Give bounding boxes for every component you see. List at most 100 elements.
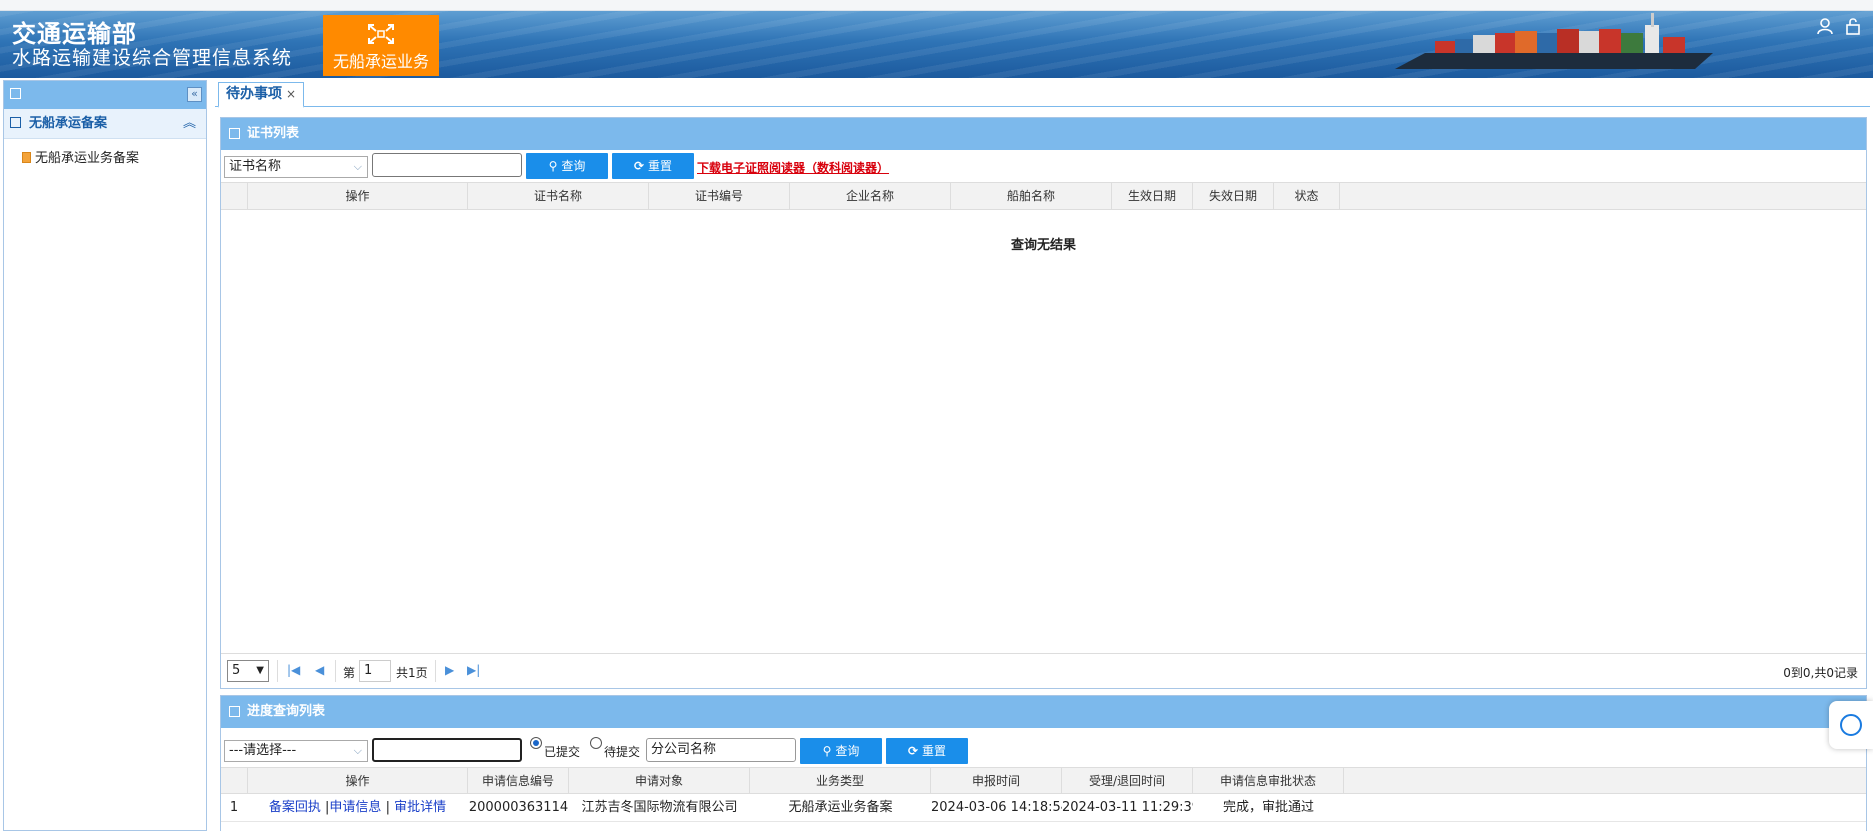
progress-list-panel: 进度查询列表 ---请选择--- ⌵ 已提交 待提交 分公司名称 ⚲ 查询 ⟳ 重置… xyxy=(220,695,1867,831)
column-header: 受理/退回时间 xyxy=(1062,768,1193,794)
column-header: 操作 xyxy=(247,183,468,209)
floating-assistant-button[interactable] xyxy=(1829,701,1873,749)
chevron-down-icon: ▼ xyxy=(256,665,264,676)
refresh-icon: ⟳ xyxy=(907,744,919,758)
column-header: 申请信息审批状态 xyxy=(1193,768,1344,794)
select-value: ---请选择--- xyxy=(229,743,297,758)
page-number-input[interactable]: 1 xyxy=(359,660,391,682)
expand-icon xyxy=(368,24,394,44)
chevron-down-icon: ⌵ xyxy=(353,744,362,757)
progress-reset-button[interactable]: ⟳ 重置 xyxy=(886,738,968,764)
table-row: 1 备案回执 |申请信息 | 审批详情 200000363114 江苏吉冬国际物… xyxy=(221,794,1866,822)
progress-filter-select[interactable]: ---请选择--- ⌵ xyxy=(224,740,368,762)
report-time: 2024-03-06 14:18:54 xyxy=(931,800,1062,815)
cert-search-input[interactable] xyxy=(372,153,522,177)
cert-toolbar: 证书名称 ⌵ ⚲ 查询 ⟳ 重置 下载电子证照阅读器（数科阅读器） xyxy=(221,150,1866,182)
last-page-icon[interactable]: ▶| xyxy=(467,663,480,677)
prev-page-icon[interactable]: ◀ xyxy=(315,663,324,677)
user-icon[interactable] xyxy=(1816,17,1834,35)
progress-toolbar: ---请选择--- ⌵ 已提交 待提交 分公司名称 ⚲ 查询 ⟳ 重置 xyxy=(221,728,1866,767)
search-icon: ⚲ xyxy=(548,159,558,173)
applicant: 江苏吉冬国际物流有限公司 xyxy=(581,800,738,815)
branch-name-input[interactable]: 分公司名称 xyxy=(646,738,796,762)
download-reader-link[interactable]: 下载电子证照阅读器（数科阅读器） xyxy=(697,159,889,176)
tab-bar: 待办事项 × xyxy=(215,80,1870,108)
panel-title-bar: 进度查询列表 xyxy=(221,696,1866,728)
filing-receipt-link[interactable]: 备案回执 xyxy=(269,800,321,815)
progress-search-input[interactable] xyxy=(372,738,522,762)
approval-detail-link[interactable]: 审批详情 xyxy=(394,800,446,815)
cert-pager: 5 ▼ |◀ ◀ 第 1 共1页 ▶ ▶| 0到0,共0记录 xyxy=(221,653,1866,688)
business-type: 无船承运业务备案 xyxy=(788,800,893,815)
column-header: 生效日期 xyxy=(1112,183,1193,209)
tab-todo[interactable]: 待办事项 × xyxy=(218,82,305,108)
edit-icon xyxy=(229,128,240,139)
app-header: 交通运输部 水路运输建设综合管理信息系统 无船承运业务 xyxy=(0,11,1873,78)
cert-reset-button[interactable]: ⟳ 重置 xyxy=(612,153,694,179)
column-header: 失效日期 xyxy=(1193,183,1274,209)
edit-icon xyxy=(229,706,240,717)
sidebar-item-label: 无船承运业务备案 xyxy=(35,151,140,166)
module-button-label: 无船承运业务 xyxy=(332,52,429,71)
page-total: 共1页 xyxy=(396,666,428,680)
button-label: 查询 xyxy=(835,744,860,758)
collapse-sidebar-button[interactable]: « xyxy=(187,87,202,102)
sidebar-section-label: 无船承运备案 xyxy=(29,116,108,131)
top-strip xyxy=(0,0,1873,11)
column-header: 状态 xyxy=(1274,183,1340,209)
chevron-up-icon[interactable]: ︽ xyxy=(183,109,196,139)
pending-label: 待提交 xyxy=(604,745,641,759)
edit-icon xyxy=(10,88,21,99)
row-index: 1 xyxy=(229,800,239,815)
sidebar-header: « xyxy=(4,81,206,109)
assistant-icon xyxy=(1840,714,1862,736)
sidebar: « 无船承运备案 ︽ 无船承运业务备案 xyxy=(3,80,207,831)
cert-list-panel: 证书列表 证书名称 ⌵ ⚲ 查询 ⟳ 重置 下载电子证照阅读器（数科阅读器） 操作 … xyxy=(220,117,1867,689)
page-size-value: 5 xyxy=(232,663,241,678)
approval-status: 完成，审批通过 xyxy=(1222,800,1314,815)
divider xyxy=(435,660,436,682)
next-page-icon[interactable]: ▶ xyxy=(445,663,454,677)
button-label: 重置 xyxy=(648,159,673,173)
cert-query-button[interactable]: ⚲ 查询 xyxy=(526,153,608,179)
button-label: 重置 xyxy=(922,744,947,758)
column-header: 企业名称 xyxy=(790,183,951,209)
record-summary: 0到0,共0记录 xyxy=(1783,666,1858,680)
progress-query-button[interactable]: ⚲ 查询 xyxy=(800,738,882,764)
column-header: 证书名称 xyxy=(468,183,649,209)
divider xyxy=(335,660,336,682)
close-tab-icon[interactable]: × xyxy=(286,87,296,101)
button-label: 查询 xyxy=(561,159,586,173)
document-icon xyxy=(22,152,31,163)
chevron-down-icon: ⌵ xyxy=(353,160,362,173)
system-title: 水路运输建设综合管理信息系统 xyxy=(12,47,293,69)
sidebar-item-nvocc-filing[interactable]: 无船承运业务备案 xyxy=(22,147,139,166)
progress-table-header: 操作 申请信息编号 申请对象 业务类型 申报时间 受理/退回时间 申请信息审批状… xyxy=(221,767,1866,794)
accept-time: 2024-03-11 11:29:39 xyxy=(1062,800,1193,815)
first-page-icon[interactable]: |◀ xyxy=(287,663,300,677)
edit-icon xyxy=(10,117,21,128)
column-header: 船舶名称 xyxy=(951,183,1112,209)
column-header: 操作 xyxy=(247,768,468,794)
page-size-select[interactable]: 5 ▼ xyxy=(227,660,269,682)
panel-title: 进度查询列表 xyxy=(247,704,326,719)
separator: | xyxy=(385,800,390,815)
column-header: 申请信息编号 xyxy=(468,768,569,794)
refresh-icon: ⟳ xyxy=(633,159,645,173)
sidebar-section-nvocc[interactable]: 无船承运备案 ︽ xyxy=(4,109,206,139)
divider xyxy=(277,660,278,682)
module-button[interactable]: 无船承运业务 xyxy=(323,15,439,76)
search-icon: ⚲ xyxy=(822,744,832,758)
empty-result-text: 查询无结果 xyxy=(1010,238,1076,253)
pending-radio[interactable] xyxy=(590,737,602,749)
cert-filter-select[interactable]: 证书名称 ⌵ xyxy=(224,156,368,178)
panel-title: 证书列表 xyxy=(247,126,300,141)
select-value: 证书名称 xyxy=(229,159,282,174)
submitted-radio[interactable] xyxy=(530,737,542,749)
column-header: 申报时间 xyxy=(931,768,1062,794)
column-header: 申请对象 xyxy=(569,768,750,794)
application-info-link[interactable]: 申请信息 xyxy=(329,800,381,815)
cert-table-header: 操作 证书名称 证书编号 企业名称 船舶名称 生效日期 失效日期 状态 xyxy=(221,182,1866,210)
lock-icon[interactable] xyxy=(1845,17,1861,35)
row-actions: 备案回执 |申请信息 | 审批详情 xyxy=(247,794,468,822)
